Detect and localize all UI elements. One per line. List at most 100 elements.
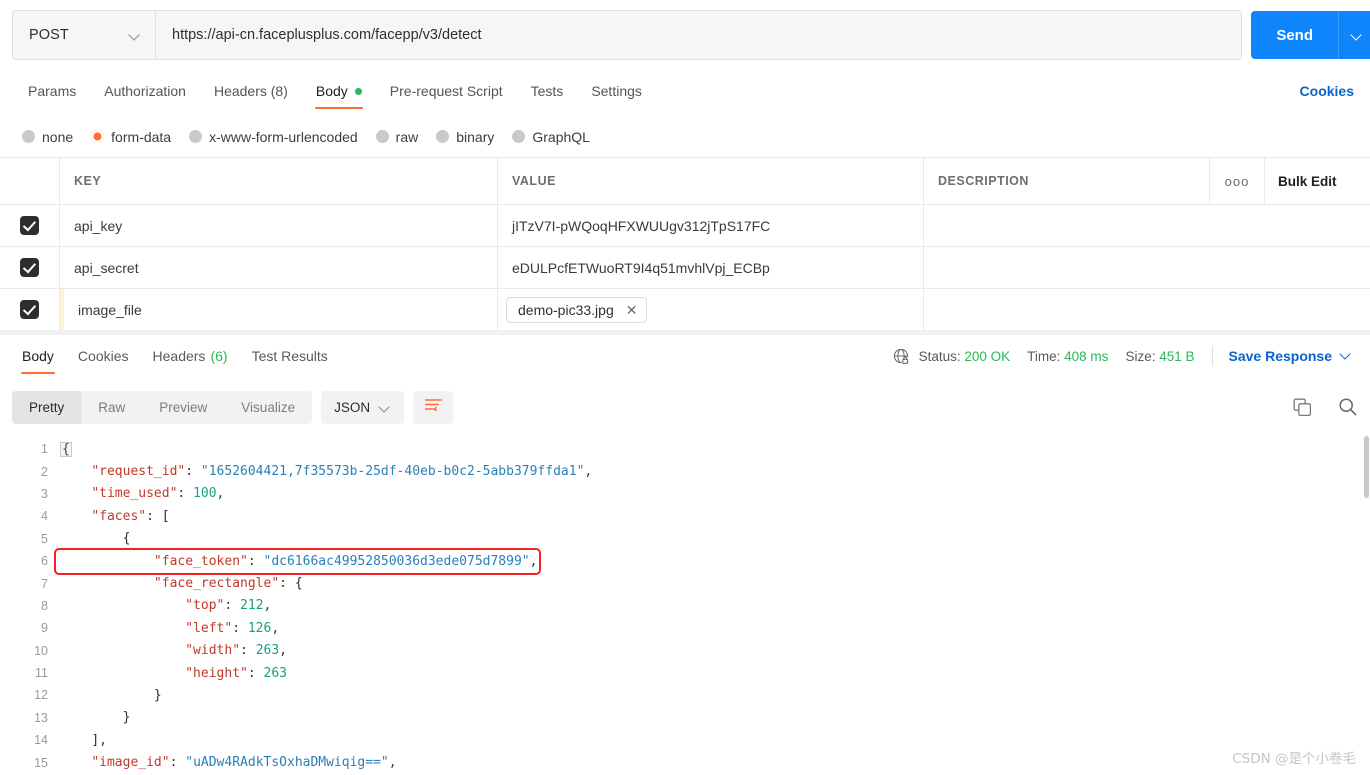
response-tab-cookies[interactable]: Cookies [66, 335, 141, 377]
radio-icon [375, 130, 389, 143]
row-value-cell[interactable]: jITzV7I-pWQoqHFXWUUgv312jTpS17FC [498, 205, 924, 246]
time-value: 408 ms [1064, 348, 1109, 364]
row-checkbox-cell [0, 205, 60, 246]
code-lines: 1{2 "request_id": "1652604421,7f35573b-2… [0, 432, 1370, 774]
copy-icon[interactable] [1293, 398, 1312, 417]
table-row[interactable]: image_file demo-pic33.jpg ✕ [0, 289, 1370, 331]
radio-icon [22, 130, 35, 143]
table-row[interactable]: api_key jITzV7I-pWQoqHFXWUUgv312jTpS17FC [0, 205, 1370, 247]
response-tab-body[interactable]: Body [10, 335, 66, 377]
row-checkbox-cell [0, 247, 60, 288]
row-description-cell[interactable] [924, 247, 1370, 288]
row-description-cell[interactable] [924, 289, 1370, 330]
save-response-button[interactable]: Save Response [1229, 348, 1333, 364]
tab-tests[interactable]: Tests [517, 70, 578, 112]
line-number: 6 [41, 554, 48, 569]
view-mode-raw[interactable]: Raw [81, 391, 142, 424]
response-tab-headers[interactable]: Headers (6) [141, 335, 240, 377]
tab-authorization[interactable]: Authorization [90, 70, 200, 112]
body-type-binary[interactable]: binary [436, 129, 494, 145]
tab-body[interactable]: Body [302, 70, 376, 112]
radio-icon [189, 130, 203, 143]
tab-params[interactable]: Params [14, 70, 90, 112]
tab-label: Cookies [77, 348, 129, 364]
line-number: 15 [34, 755, 48, 770]
size-badge: Size: 451 B [1125, 349, 1194, 364]
table-row[interactable]: api_secret eDULPcfETWuoRT9I4q51mvhlVpj_E… [0, 247, 1370, 289]
code-line: 4 "faces": [ [0, 505, 1370, 527]
cookies-link[interactable]: Cookies [1300, 70, 1354, 112]
tab-label: Body [315, 83, 348, 99]
code-scrollbar[interactable] [1364, 436, 1369, 498]
row-key-cell[interactable]: api_secret [60, 247, 498, 288]
body-type-raw[interactable]: raw [375, 129, 418, 145]
row-checkbox[interactable] [20, 216, 39, 235]
row-checkbox[interactable] [20, 300, 39, 319]
response-meta: Status: 200 OK Time: 408 ms Size: 451 B … [893, 335, 1362, 377]
body-type-form-data[interactable]: form-data [91, 129, 171, 145]
save-response-caret[interactable] [1341, 347, 1352, 365]
chevron-down-icon [380, 402, 391, 413]
code-text: "top": 212, [185, 598, 272, 614]
headers-count: (6) [210, 348, 228, 364]
row-key-cell[interactable]: image_file [64, 289, 498, 330]
body-type-none[interactable]: none [22, 129, 73, 145]
column-header-key: KEY [74, 174, 102, 188]
send-button[interactable]: Send [1251, 11, 1338, 59]
code-line: 9 "left": 126, [0, 617, 1370, 639]
row-checkbox[interactable] [20, 258, 39, 277]
row-value-text: eDULPcfETWuoRT9I4q51mvhlVpj_ECBp [512, 259, 770, 276]
code-line: 10 "width": 263, [0, 640, 1370, 662]
code-line: 5 { [0, 528, 1370, 550]
wrap-lines-icon [424, 397, 443, 418]
size-value: 451 B [1159, 348, 1195, 364]
tab-headers[interactable]: Headers (8) [200, 70, 302, 112]
body-type-label: none [42, 128, 74, 145]
code-text: "left": 126, [185, 620, 280, 636]
response-format-select[interactable]: JSON [321, 390, 405, 424]
form-data-table: KEY VALUE DESCRIPTION ooo Bulk Edit api_… [0, 158, 1370, 331]
line-number: 3 [41, 486, 48, 501]
wrap-lines-button[interactable] [413, 390, 454, 424]
table-options-button[interactable]: ooo [1210, 158, 1265, 204]
bulk-edit-button[interactable]: Bulk Edit [1265, 158, 1370, 204]
row-key-cell[interactable]: api_key [60, 205, 498, 246]
row-description-cell[interactable] [924, 205, 1370, 246]
code-text: "height": 263 [185, 665, 287, 681]
column-header-description: DESCRIPTION [938, 174, 1029, 188]
tab-settings[interactable]: Settings [577, 70, 656, 112]
row-value-cell[interactable]: eDULPcfETWuoRT9I4q51mvhlVpj_ECBp [498, 247, 924, 288]
line-number: 4 [41, 509, 48, 524]
request-url-input[interactable]: https://api-cn.faceplusplus.com/facepp/v… [156, 11, 1241, 59]
send-options-button[interactable] [1338, 11, 1370, 59]
view-mode-preview[interactable]: Preview [142, 391, 224, 424]
radio-icon [436, 130, 450, 143]
tab-label: Headers [152, 348, 206, 364]
view-mode-visualize[interactable]: Visualize [224, 391, 312, 424]
search-icon[interactable] [1338, 397, 1358, 417]
body-type-label: x-www-form-urlencoded [209, 128, 358, 145]
line-number: 8 [41, 598, 48, 613]
code-line: 15 "image_id": "uADw4RAdkTsOxhaDMwiqig==… [0, 751, 1370, 773]
response-tab-test-results[interactable]: Test Results [240, 335, 340, 377]
body-type-x-www-form-urlencoded[interactable]: x-www-form-urlencoded [189, 129, 358, 145]
body-type-graphql[interactable]: GraphQL [512, 129, 590, 145]
http-method-select[interactable]: POST [13, 11, 156, 59]
code-line: 2 "request_id": "1652604421,7f35573b-25d… [0, 460, 1370, 482]
tab-pre-request-script[interactable]: Pre-request Script [376, 70, 517, 112]
bulk-edit-label: Bulk Edit [1278, 173, 1337, 189]
tab-label: Pre-request Script [389, 83, 503, 99]
more-options-icon: ooo [1224, 173, 1250, 189]
row-value-cell[interactable]: demo-pic33.jpg ✕ [498, 289, 924, 330]
response-body-code[interactable]: 1{2 "request_id": "1652604421,7f35573b-2… [0, 432, 1370, 775]
file-chip[interactable]: demo-pic33.jpg ✕ [506, 296, 648, 323]
table-header-row: KEY VALUE DESCRIPTION ooo Bulk Edit [0, 158, 1370, 205]
view-mode-pretty[interactable]: Pretty [12, 390, 82, 424]
postman-window: POST https://api-cn.faceplusplus.com/fac… [0, 0, 1370, 775]
line-number: 1 [41, 442, 48, 457]
remove-file-icon[interactable]: ✕ [626, 303, 638, 317]
radio-selected-icon [91, 130, 105, 143]
line-number: 9 [41, 621, 48, 636]
chevron-down-icon [1352, 30, 1363, 41]
code-text: "time_used": 100, [91, 486, 225, 502]
